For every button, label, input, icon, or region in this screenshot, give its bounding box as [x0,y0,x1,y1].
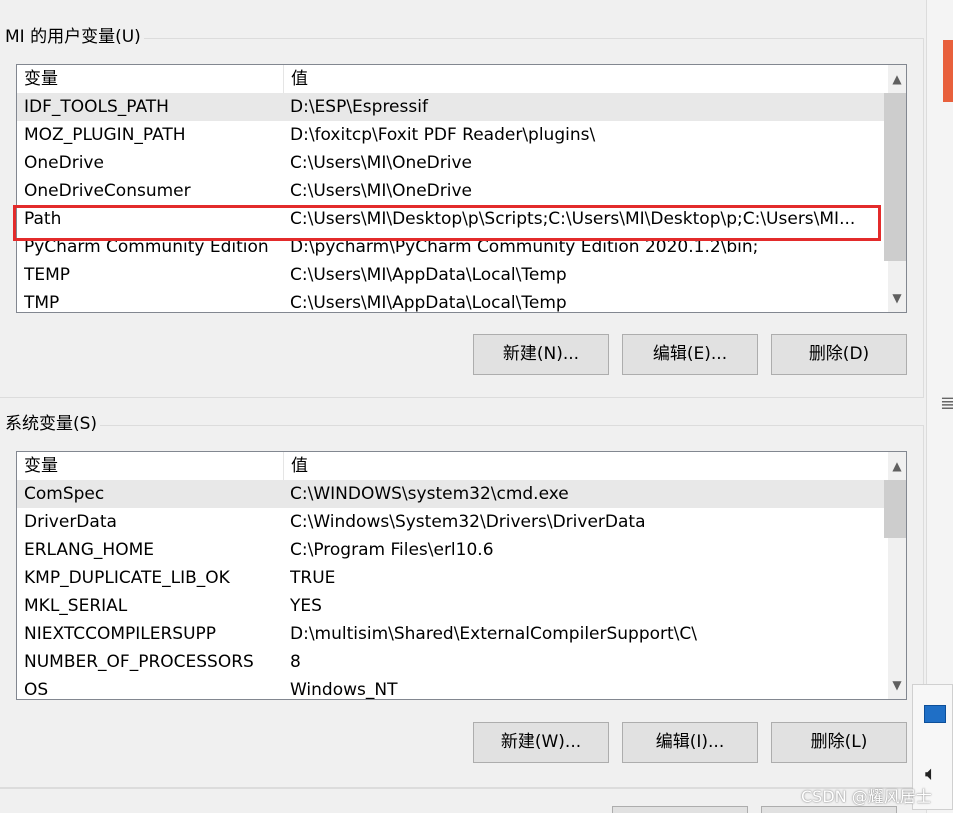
column-header-variable[interactable]: 变量 [17,65,283,93]
table-row[interactable]: PyCharm Community Edition D:\pycharm\PyCh… [17,233,888,261]
table-row[interactable]: KMP_DUPLICATE_LIB_OK TRUE [17,564,888,592]
variable-name-cell: ComSpec [24,484,105,504]
table-row[interactable]: NUMBER_OF_PROCESSORS 8 [17,648,888,676]
variable-name-cell: IDF_TOOLS_PATH [24,97,169,117]
variable-value-cell: C:\WINDOWS\system32\cmd.exe [290,484,569,504]
table-row[interactable]: OneDriveConsumer C:\Users\MI\OneDrive [17,177,888,205]
dialog-divider [0,788,926,789]
variable-name-cell: DriverData [24,512,117,532]
variable-value-cell: TRUE [290,568,336,588]
variable-value-cell: D:\foxitcp\Foxit PDF Reader\plugins\ [290,125,596,145]
variable-name-cell: NIEXTCCOMPILERSUPP [24,624,217,644]
variable-name-cell: KMP_DUPLICATE_LIB_OK [24,568,230,588]
variable-value-cell: Windows_NT [290,680,398,699]
table-row[interactable]: ComSpec C:\WINDOWS\system32\cmd.exe [17,480,888,508]
user-delete-button[interactable]: 删除(D) [771,334,907,375]
system-delete-button[interactable]: 删除(L) [771,722,907,763]
variable-value-cell: C:\Users\MI\AppData\Local\Temp [290,293,567,312]
csdn-watermark: CSDN @耀风居士 [801,787,932,806]
table-row[interactable]: ERLANG_HOME C:\Program Files\erl10.6 [17,536,888,564]
system-list-header: 变量 值 [17,452,888,480]
variable-name-cell: MOZ_PLUGIN_PATH [24,125,186,145]
system-variables-list[interactable]: 变量 值 ComSpec C:\WINDOWS\system32\cmd.exe D… [16,451,907,700]
table-row[interactable]: DriverData C:\Windows\System32\Drivers\Dr… [17,508,888,536]
system-list-scrollbar[interactable]: ▲ ▼ [884,452,906,699]
variable-name-cell: OS [24,680,49,699]
table-row[interactable]: OneDrive C:\Users\MI\OneDrive [17,149,888,177]
table-row[interactable]: MKL_SERIAL YES [17,592,888,620]
variable-value-cell: D:\pycharm\PyCharm Community Edition 202… [290,237,759,257]
scroll-down-button[interactable]: ▼ [888,674,906,696]
user-list-body: IDF_TOOLS_PATH D:\ESP\Espressif MOZ_PLUGIN… [17,93,888,312]
variable-value-cell: C:\Windows\System32\Drivers\DriverData [290,512,646,532]
variable-value-cell: C:\Users\MI\Desktop\p\Scripts;C:\Users\M… [290,209,856,229]
variable-name-cell: OneDrive [24,153,104,173]
scroll-up-button[interactable]: ▲ [888,68,906,90]
variable-value-cell: YES [290,596,322,616]
table-row[interactable]: Path C:\Users\MI\Desktop\p\Scripts;C:\Use… [17,205,888,233]
variable-name-cell: ERLANG_HOME [24,540,155,560]
environment-variables-dialog: MI 的用户变量(U) 变量 值 IDF_TOOLS_PATH D:\ESP\Es… [0,0,926,813]
variable-value-cell: 8 [290,652,301,672]
variable-value-cell: D:\ESP\Espressif [290,97,428,117]
system-edit-button[interactable]: 编辑(I)... [622,722,758,763]
table-row[interactable]: NIEXTCCOMPILERSUPP D:\multisim\Shared\Ext… [17,620,888,648]
scroll-thumb[interactable] [884,93,906,261]
user-edit-button[interactable]: 编辑(E)... [622,334,758,375]
user-variables-title: MI 的用户变量(U) [0,26,144,48]
variable-value-cell: D:\multisim\Shared\ExternalCompilerSuppo… [290,624,698,644]
column-header-value[interactable]: 值 [283,452,890,480]
speaker-icon[interactable]: 🔈︎ [925,761,937,785]
user-variables-list[interactable]: 变量 值 IDF_TOOLS_PATH D:\ESP\Espressif MOZ_P… [16,64,907,313]
user-list-scrollbar[interactable]: ▲ ▼ [884,65,906,312]
variable-name-cell: Path [24,209,62,229]
variable-value-cell: C:\Users\MI\AppData\Local\Temp [290,265,567,285]
background-accent-bar [943,40,953,102]
variable-name-cell: TEMP [24,265,71,285]
table-row[interactable]: TEMP C:\Users\MI\AppData\Local\Temp [17,261,888,289]
variable-name-cell: NUMBER_OF_PROCESSORS [24,652,254,672]
table-row[interactable]: TMP C:\Users\MI\AppData\Local\Temp [17,289,888,312]
system-new-button[interactable]: 新建(W)... [473,722,609,763]
cancel-button-edge[interactable] [761,806,897,813]
user-new-button[interactable]: 新建(N)... [473,334,609,375]
column-header-variable[interactable]: 变量 [17,452,283,480]
scroll-down-button[interactable]: ▼ [888,287,906,309]
background-menu-icon: ≣ [940,393,953,414]
system-list-body: ComSpec C:\WINDOWS\system32\cmd.exe Driver… [17,480,888,699]
ok-button-edge[interactable] [612,806,748,813]
user-list-header: 变量 值 [17,65,888,93]
system-variables-title: 系统变量(S) [0,413,101,435]
variable-name-cell: OneDriveConsumer [24,181,191,201]
variable-value-cell: C:\Users\MI\OneDrive [290,153,473,173]
scroll-up-button[interactable]: ▲ [888,455,906,477]
column-header-value[interactable]: 值 [283,65,890,93]
variable-value-cell: C:\Users\MI\OneDrive [290,181,473,201]
variable-name-cell: PyCharm Community Edition [24,237,269,257]
scroll-thumb[interactable] [884,480,906,538]
table-row[interactable]: OS Windows_NT [17,676,888,699]
variable-name-cell: MKL_SERIAL [24,596,128,616]
variable-value-cell: C:\Program Files\erl10.6 [290,540,494,560]
table-row[interactable]: IDF_TOOLS_PATH D:\ESP\Espressif [17,93,888,121]
table-row[interactable]: MOZ_PLUGIN_PATH D:\foxitcp\Foxit PDF Read… [17,121,888,149]
intel-app-icon[interactable] [924,705,946,723]
variable-name-cell: TMP [24,293,60,312]
